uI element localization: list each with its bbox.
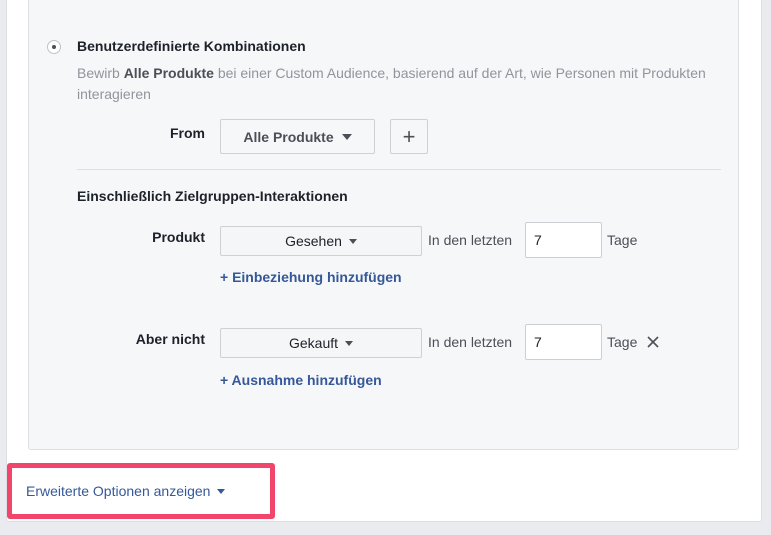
- caret-down-icon: [348, 238, 357, 244]
- caret-down-icon: [217, 488, 226, 494]
- include-within-text: In den letzten: [428, 232, 513, 248]
- caret-down-icon: [345, 340, 354, 346]
- option-description-prefix: Bewirb: [77, 65, 124, 81]
- exclude-event-value: Gekauft: [288, 335, 339, 351]
- from-label: From: [170, 125, 205, 141]
- include-days-unit: Tage: [607, 232, 638, 248]
- from-dropdown-value: Alle Produkte: [243, 128, 334, 145]
- exclude-within-text: In den letzten: [428, 334, 513, 350]
- show-advanced-options-link[interactable]: Erweiterte Optionen anzeigen: [26, 483, 226, 499]
- option-description: Bewirb Alle Produkte bei einer Custom Au…: [77, 63, 717, 105]
- add-inclusion-link[interactable]: + Einbeziehung hinzufügen: [220, 269, 402, 285]
- section-divider: [77, 169, 721, 170]
- add-source-button[interactable]: +: [390, 119, 428, 154]
- exclude-days-unit: Tage: [607, 334, 638, 350]
- exclude-event-dropdown[interactable]: Gekauft: [220, 328, 422, 358]
- include-event-dropdown[interactable]: Gesehen: [220, 226, 422, 256]
- include-event-value: Gesehen: [285, 233, 342, 249]
- option-title[interactable]: Benutzerdefinierte Kombinationen: [77, 38, 306, 54]
- include-days-input[interactable]: [525, 222, 602, 258]
- from-dropdown[interactable]: Alle Produkte: [220, 119, 375, 154]
- close-icon[interactable]: [645, 334, 661, 350]
- radio-selected-icon[interactable]: [47, 40, 61, 54]
- option-description-bold: Alle Produkte: [123, 65, 214, 81]
- caret-down-icon: [341, 133, 352, 140]
- advanced-link-label: Erweiterte Optionen anzeigen: [26, 483, 211, 499]
- include-rule-label: Produkt: [152, 229, 205, 245]
- interactions-title: Einschließlich Zielgruppen-Interaktionen: [77, 188, 348, 204]
- add-exclusion-link[interactable]: + Ausnahme hinzufügen: [220, 372, 382, 388]
- exclude-days-input[interactable]: [525, 324, 602, 360]
- exclude-rule-label: Aber nicht: [135, 331, 205, 347]
